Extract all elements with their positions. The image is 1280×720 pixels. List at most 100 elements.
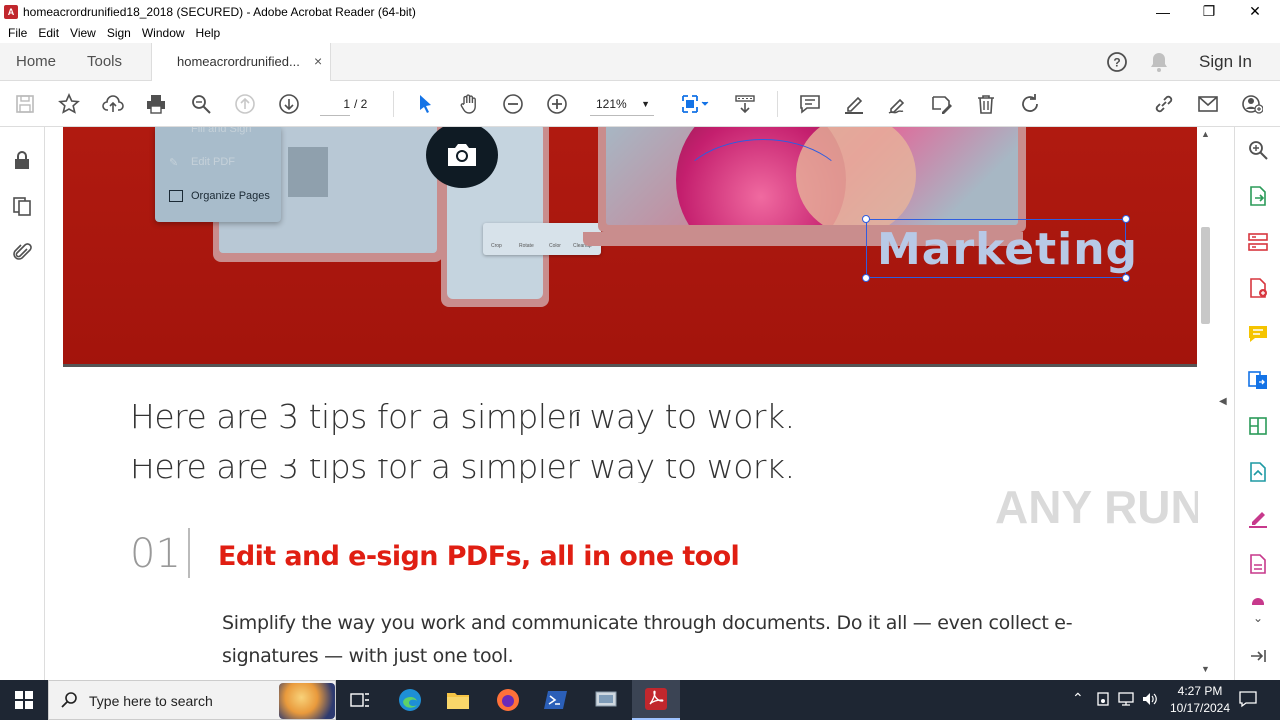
upload-icon[interactable]	[101, 92, 125, 116]
vertical-scrollbar[interactable]: ▲ ▼	[1198, 127, 1214, 680]
more-tools-icon[interactable]	[1247, 593, 1269, 605]
chevron-down-icon[interactable]: ⌄	[1247, 611, 1269, 633]
task-view-icon[interactable]	[336, 680, 384, 720]
help-icon[interactable]: ?	[1106, 51, 1128, 78]
resize-handle-bl[interactable]	[862, 274, 870, 282]
clock-date[interactable]: 10/17/2024	[1165, 701, 1235, 715]
menu-window[interactable]: Window	[142, 26, 185, 40]
notification-bell-icon[interactable]	[1149, 51, 1169, 78]
rotate-icon[interactable]	[1018, 92, 1042, 116]
zoom-level-select[interactable]: 121% ▼	[590, 92, 654, 116]
scroll-down-icon[interactable]: ▼	[1201, 664, 1210, 674]
clock-time[interactable]: 4:27 PM	[1173, 684, 1227, 698]
comment-icon[interactable]	[798, 92, 822, 116]
page-down-icon[interactable]	[277, 92, 301, 116]
fit-page-icon[interactable]	[678, 92, 712, 116]
taskbar-search-box[interactable]: Type here to search	[48, 680, 336, 720]
edit-icon[interactable]	[930, 92, 954, 116]
hand-icon[interactable]	[457, 92, 481, 116]
edit-pdf-tool-icon[interactable]	[1247, 415, 1269, 437]
highlight-icon[interactable]	[842, 92, 866, 116]
zoom-in-icon[interactable]	[545, 92, 569, 116]
tab-bar: Home Tools homeacrordrunified... × ? Sig…	[0, 43, 1280, 82]
menu-sign[interactable]: Sign	[107, 26, 131, 40]
windows-start-icon[interactable]	[0, 680, 48, 720]
page-up-icon[interactable]	[233, 92, 257, 116]
organize-pages-tool-icon[interactable]	[1247, 231, 1269, 253]
banner-image: Crop Rotate Color Cleanup Fill and Sign …	[63, 127, 1197, 365]
network-app-icon[interactable]	[582, 680, 630, 720]
select-icon[interactable]	[413, 92, 437, 116]
network-icon[interactable]	[1117, 691, 1135, 710]
request-signature-icon[interactable]	[1247, 553, 1269, 575]
resize-handle-tl[interactable]	[862, 215, 870, 223]
tab-document[interactable]: homeacrordrunified... ×	[151, 43, 331, 82]
export-pdf-icon[interactable]	[1247, 185, 1269, 207]
resize-handle-br[interactable]	[1122, 274, 1130, 282]
volume-icon[interactable]	[1141, 691, 1159, 710]
zoom-out-icon[interactable]	[501, 92, 525, 116]
toolbar-divider	[777, 91, 778, 117]
tool-color-label: Color	[549, 243, 561, 249]
firefox-icon[interactable]	[484, 680, 532, 720]
acrobat-app-icon: A	[4, 4, 18, 19]
lock-icon[interactable]	[11, 149, 33, 171]
tray-expand-icon[interactable]: ⌃	[1072, 690, 1084, 707]
section-body: Simplify the way you work and communicat…	[222, 612, 1073, 667]
notification-center-icon[interactable]	[1238, 690, 1258, 711]
scroll-mode-icon[interactable]	[733, 92, 757, 116]
attachment-icon[interactable]	[11, 241, 33, 263]
resize-handle-tr[interactable]	[1122, 215, 1130, 223]
zoom-search-icon[interactable]	[1247, 139, 1269, 161]
search-icon[interactable]	[189, 92, 213, 116]
print-icon[interactable]	[144, 92, 168, 116]
title-bar: A homeacrordrunified18_2018 (SECURED) - …	[0, 0, 1280, 23]
section-title: Edit and e-sign PDFs, all in one tool	[218, 541, 740, 572]
close-window-button[interactable]: ✕	[1232, 0, 1278, 23]
document-tab-label: homeacrordrunified...	[177, 54, 300, 69]
sign-icon[interactable]	[886, 92, 910, 116]
tab-tools[interactable]: Tools	[87, 53, 122, 70]
create-pdf-icon[interactable]	[1247, 277, 1269, 299]
edge-browser-icon[interactable]	[386, 680, 434, 720]
minimize-button[interactable]: —	[1140, 0, 1186, 23]
page-number-input[interactable]: 1	[320, 92, 350, 116]
text-cursor-icon: I	[575, 409, 581, 431]
star-icon[interactable]	[57, 92, 81, 116]
document-view[interactable]: Crop Rotate Color Cleanup Fill and Sign …	[45, 127, 1198, 680]
scroll-up-icon[interactable]: ▲	[1201, 129, 1210, 139]
menu-help[interactable]: Help	[196, 26, 221, 40]
menu-file[interactable]: File	[8, 26, 27, 40]
tool-rotate-label: Rotate	[519, 243, 534, 249]
link-icon[interactable]	[1152, 92, 1176, 116]
comment-tool-icon[interactable]	[1247, 323, 1269, 345]
scrollbar-thumb[interactable]	[1201, 227, 1210, 324]
fill-sign-icon[interactable]	[1247, 507, 1269, 529]
page-total: / 2	[354, 97, 368, 111]
marketing-textbox[interactable]: Marketing	[862, 215, 1137, 282]
edit-pdf-icon: ✎	[169, 157, 179, 169]
sign-in-button[interactable]: Sign In	[1199, 52, 1252, 72]
menu-view[interactable]: View	[70, 26, 96, 40]
selection-curve	[673, 139, 853, 259]
combine-files-icon[interactable]	[1247, 369, 1269, 391]
close-tab-icon[interactable]: ×	[314, 53, 322, 69]
powershell-icon[interactable]	[532, 680, 580, 720]
collapse-pane-icon[interactable]	[1247, 645, 1269, 667]
taskbar-search-placeholder: Type here to search	[89, 693, 213, 709]
send-for-review-icon[interactable]	[1247, 461, 1269, 483]
tab-home[interactable]: Home	[16, 53, 56, 70]
save-icon[interactable]	[13, 92, 37, 116]
file-explorer-icon[interactable]	[434, 680, 482, 720]
right-pane-collapse-icon[interactable]: ◀	[1219, 396, 1227, 407]
tray-device-icon[interactable]	[1095, 691, 1111, 710]
organize-pages-icon	[169, 190, 183, 202]
pages-thumbnail-icon[interactable]	[11, 195, 33, 217]
menu-edit[interactable]: Edit	[38, 26, 59, 40]
share-icon[interactable]	[1240, 92, 1264, 116]
acrobat-taskbar-icon[interactable]	[632, 680, 680, 720]
maximize-button[interactable]: ❐	[1186, 0, 1232, 23]
delete-icon[interactable]	[974, 92, 998, 116]
section-number: 01	[130, 531, 181, 577]
mail-icon[interactable]	[1196, 92, 1220, 116]
